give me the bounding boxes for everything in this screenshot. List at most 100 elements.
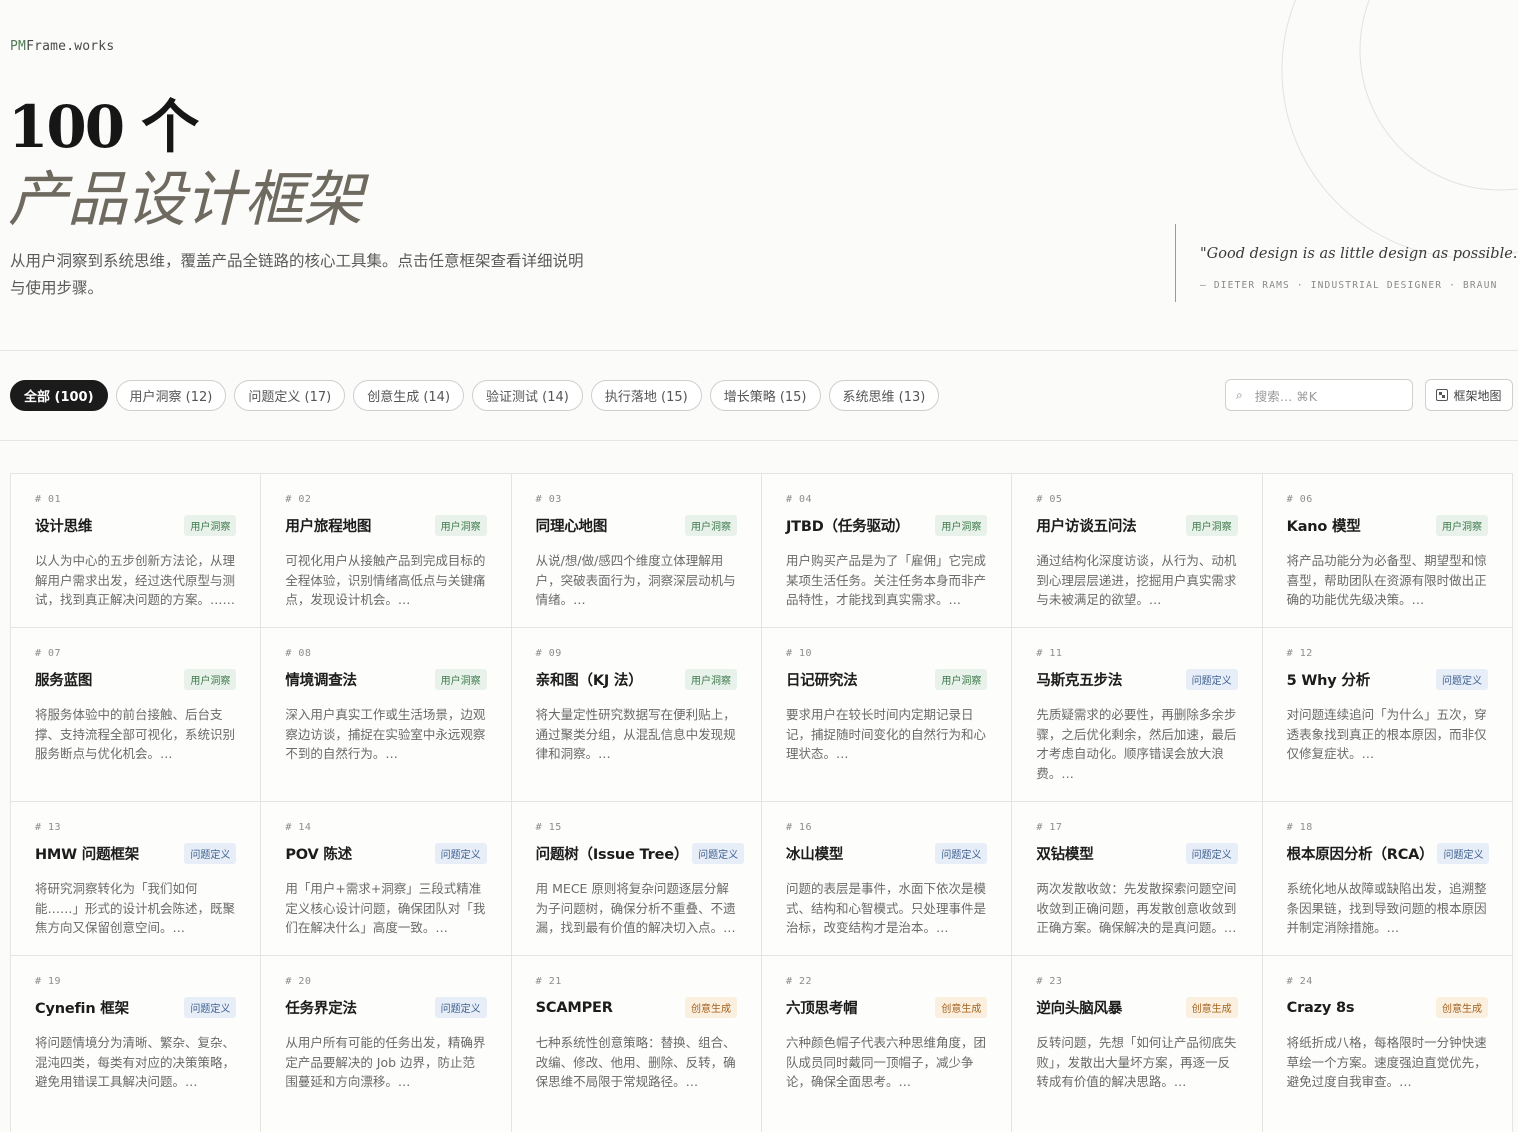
card-header: 冰山模型 问题定义	[786, 843, 988, 864]
quote-block: "Good design is as little design as poss…	[1175, 224, 1518, 302]
card-title: JTBD（任务驱动）	[785, 519, 910, 535]
card-header: 任务界定法 问题定义	[285, 997, 487, 1018]
card-number: # 09	[535, 648, 562, 659]
card-partial[interactable]	[1012, 1109, 1263, 1132]
card-title: 马斯克五步法	[1036, 673, 1123, 689]
card-number: # 13	[35, 822, 62, 833]
framework-card[interactable]: # 20 任务界定法 问题定义从用户所有可能的任务出发，精确界定产品要解决的 Job…	[261, 956, 512, 1110]
logo-suffix: Frame.works	[26, 39, 115, 54]
card-title: 任务界定法	[285, 1001, 357, 1017]
framework-card[interactable]: # 04 JTBD（任务驱动） 用户洞察 用户购买产品是为了「雇佣」它完成某项生活任务…	[761, 474, 1013, 628]
map-icon	[1436, 389, 1449, 401]
framework-card[interactable]: # 14 POV 陈述 问题定义 用「用户+需求+洞察」三段式精准定义核心设计问题，确…	[261, 802, 512, 956]
logo[interactable]: PMFrame.works	[10, 39, 114, 54]
card-title: 双钻模型	[1036, 847, 1094, 863]
filter-chip[interactable]: 执行落地 (15)	[590, 380, 702, 411]
divider-bottom	[0, 440, 1518, 441]
card-header: 双钻模型 问题定义	[1036, 843, 1238, 864]
framework-card[interactable]: # 22 六顶思考帽 创意生成 六种颜色帽子代表六种思维角度，团队成员同时戴同一顶帽子…	[761, 956, 1013, 1110]
framework-card[interactable]: # 09 亲和图（KJ 法） 用户洞察将大量定性研究数据写在便利贴上，通过聚类分组，…	[511, 628, 762, 802]
framework-card[interactable]: # 05 用户访谈五问法 用户洞察 通过结构化深度访谈，从行为、动机到心理层层递进，挖…	[1012, 474, 1263, 628]
framework-card[interactable]: # 10 日记研究法 用户洞察 要求用户在较长时间内定期记录日记，捕捉随时间变化的自然…	[761, 628, 1013, 802]
card-partial[interactable]	[511, 1109, 762, 1132]
card-title: 亲和图（KJ 法）	[535, 673, 643, 689]
framework-grid: # 01 设计思维 用户洞察 以人为中心的五步创新方法论，从理解用户需求出发，经过迭代…	[10, 473, 1513, 1110]
category-tag: 用户洞察	[935, 669, 988, 690]
card-number: # 01	[35, 494, 62, 505]
framework-map-button[interactable]: 框架地图	[1425, 379, 1513, 411]
filter-chip[interactable]: 系统思维 (13)	[828, 380, 940, 411]
category-tag: 创意生成	[684, 997, 737, 1018]
card-header: Crazy 8s 创意生成	[1287, 997, 1488, 1018]
card-title: 用户旅程地图	[285, 519, 372, 535]
card-header: 5 Why 分析 问题定义	[1287, 669, 1488, 690]
card-number: # 07	[35, 648, 62, 659]
framework-card[interactable]: # 02 用户旅程地图 用户洞察 可视化用户从接触产品到完成目标的全程体验，识别情绪高…	[261, 474, 512, 628]
card-description: 从用户所有可能的任务出发，精确界定产品要解决的 Job 边界，防止范围蔓延和方向…	[285, 1035, 486, 1089]
card-number: # 23	[1036, 976, 1063, 987]
framework-card[interactable]: # 17 双钻模型 问题定义 两次发散收敛：先发散探索问题空间收敛到正确问题，再发散创…	[1012, 802, 1263, 956]
card-partial[interactable]	[11, 1109, 262, 1132]
card-number: # 11	[1036, 648, 1063, 659]
framework-card[interactable]: # 01 设计思维 用户洞察 以人为中心的五步创新方法论，从理解用户需求出发，经过迭代…	[11, 474, 262, 628]
framework-card[interactable]: # 06 Kano 模型 用户洞察 将产品功能分为必备型、期望型和惊喜型，帮助团队在资…	[1262, 474, 1513, 628]
filter-bar: 全部 (100) 用户洞察 (12) 问题定义 (17) 创意生成 (14) 验证测试 …	[10, 380, 940, 411]
card-title: 问题树（Issue Tree）	[535, 847, 689, 863]
framework-card[interactable]: # 11 马斯克五步法 问题定义 先质疑需求的必要性，再删除多余步骤，之后优化剩余，然…	[1012, 628, 1263, 802]
filter-chip[interactable]: 创意生成 (14)	[353, 380, 465, 411]
card-number: # 02	[285, 494, 312, 505]
filter-chip[interactable]: 全部 (100)	[10, 380, 108, 411]
filter-chip[interactable]: 增长策略 (15)	[709, 380, 821, 411]
card-title: Cynefin 框架	[35, 1001, 129, 1017]
hero-description: 从用户洞察到系统思维，覆盖产品全链路的核心工具集。点击任意框架查看详细说明与使用…	[10, 252, 584, 297]
card-number: # 14	[285, 822, 312, 833]
framework-card[interactable]: # 23 逆向头脑风暴 创意生成 反转问题，先想「如何让产品彻底失败」，发散出大量坏方…	[1012, 956, 1263, 1110]
card-number: # 10	[785, 648, 813, 659]
framework-card[interactable]: # 18 根本原因分析（RCA） 问题定义 系统化地从故障或缺陷出发，追溯整条因果链，…	[1262, 802, 1513, 956]
card-number: # 04	[785, 494, 813, 505]
card-header: 逆向头脑风暴 创意生成	[1036, 997, 1238, 1018]
card-number: # 08	[285, 648, 312, 659]
card-header: 问题树（Issue Tree） 问题定义	[535, 843, 745, 864]
framework-card[interactable]: # 13 HMW 问题框架 问题定义 将研究洞察转化为「我们如何能……」形式的设计机会…	[11, 802, 262, 956]
card-description: 对问题连续追问「为什么」五次，穿透表象找到真正的根本原因，而非仅仅修复症状。…	[1286, 707, 1487, 761]
card-title: 设计思维	[35, 519, 93, 535]
search-placeholder: 搜索… ⌘K	[1254, 388, 1317, 404]
card-number: # 05	[1036, 494, 1063, 505]
card-title: 逆向头脑风暴	[1036, 1001, 1123, 1017]
framework-card[interactable]: # 21 SCAMPER 创意生成 七种系统性创意策略：替换、组合、改编、修改、他用、…	[511, 956, 762, 1110]
category-tag: 用户洞察	[434, 669, 487, 690]
framework-card[interactable]: # 16 冰山模型 问题定义 问题的表层是事件，水面下依次是模式、结构和心智模式。只处…	[761, 802, 1013, 956]
card-description: 用「用户+需求+洞察」三段式精准定义核心设计问题，确保团队对「我们在解决什么」高…	[285, 881, 486, 935]
category-tag: 用户洞察	[684, 515, 737, 536]
framework-grid-next-row	[10, 1109, 1513, 1132]
framework-card[interactable]: # 19 Cynefin 框架 问题定义 将问题情境分为清晰、繁杂、复杂、混沌四类，每…	[11, 956, 262, 1110]
framework-card[interactable]: # 15 问题树（Issue Tree） 问题定义用 MECE 原则将复杂问题逐层分…	[511, 802, 762, 956]
filter-chip[interactable]: 问题定义 (17)	[234, 380, 346, 411]
filter-chip[interactable]: 验证测试 (14)	[472, 380, 583, 411]
logo-prefix: PM	[10, 39, 27, 54]
card-title: HMW 问题框架	[35, 847, 140, 863]
card-number: # 20	[285, 976, 312, 987]
framework-card[interactable]: # 12 5 Why 分析 问题定义 对问题连续追问「为什么」五次，穿透表象找到真正的…	[1262, 628, 1513, 802]
card-description: 将大量定性研究数据写在便利贴上，通过聚类分组，从混乱信息中发现规律和洞察。…	[535, 707, 736, 761]
filter-chip[interactable]: 用户洞察 (12)	[115, 380, 227, 411]
card-number: # 19	[35, 976, 62, 987]
framework-card[interactable]: # 07 服务蓝图 用户洞察 将服务体验中的前台接触、后台支撑、支持流程全部可视化，系…	[11, 628, 262, 802]
card-header: 用户访谈五问法 用户洞察	[1036, 515, 1238, 536]
card-partial[interactable]	[1262, 1109, 1513, 1132]
framework-card[interactable]: # 24 Crazy 8s 创意生成 将纸折成八格，每格限时一分钟快速草绘一个方案。速…	[1262, 956, 1513, 1110]
card-title: Kano 模型	[1286, 519, 1361, 535]
card-title: POV 陈述	[285, 847, 352, 863]
card-number: # 22	[785, 976, 813, 987]
card-partial[interactable]	[261, 1109, 512, 1132]
framework-card[interactable]: # 03 同理心地图 用户洞察 从说/想/做/感四个维度立体理解用户，突破表面行为，洞…	[511, 474, 762, 628]
category-tag: 用户洞察	[1435, 515, 1488, 536]
framework-card[interactable]: # 08 情境调查法 用户洞察 深入用户真实工作或生活场景，边观察边访谈，捕捉在实验室…	[261, 628, 512, 802]
card-title: SCAMPER	[535, 999, 613, 1016]
hero-subtitle: 产品设计框架	[8, 165, 363, 235]
card-header: 情境调查法 用户洞察	[285, 669, 487, 690]
category-tag: 用户洞察	[684, 669, 737, 690]
card-partial[interactable]	[761, 1109, 1013, 1132]
search-box[interactable]: ⌕ 搜索… ⌘K	[1225, 379, 1413, 411]
